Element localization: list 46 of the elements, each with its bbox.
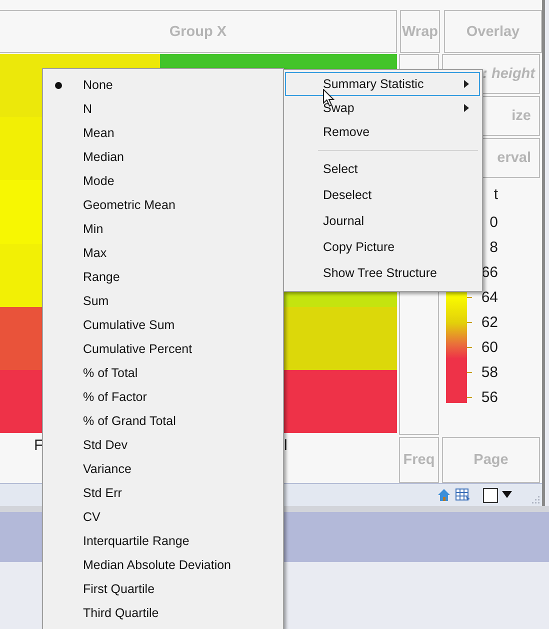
- menu-item[interactable]: Cumulative Percent: [43, 337, 283, 361]
- table-icon[interactable]: [455, 488, 471, 502]
- legend-label: 8: [488, 239, 498, 256]
- menu-item[interactable]: First Quartile: [43, 577, 283, 601]
- legend-label: 0: [488, 214, 498, 231]
- menu-item[interactable]: Cumulative Sum: [43, 313, 283, 337]
- legend-label: 58: [480, 364, 498, 381]
- menu-item[interactable]: Variance: [43, 457, 283, 481]
- legend-title: t: [492, 186, 498, 205]
- menu-item[interactable]: Geometric Mean: [43, 193, 283, 217]
- menu-item[interactable]: Std Err: [43, 481, 283, 505]
- menu-item[interactable]: % of Total: [43, 361, 283, 385]
- menu-item[interactable]: Interquartile Range: [43, 529, 283, 553]
- home-icon[interactable]: [437, 488, 451, 502]
- menu-item[interactable]: % of Factor: [43, 385, 283, 409]
- legend-label: 60: [480, 339, 498, 356]
- menu-item[interactable]: Copy Picture: [285, 235, 480, 259]
- legend-label: 56: [480, 389, 498, 406]
- menu-item[interactable]: Max: [43, 241, 283, 265]
- menu-item[interactable]: Sum: [43, 289, 283, 313]
- menu-item[interactable]: Summary Statistic: [285, 72, 480, 96]
- menu-item[interactable]: Range: [43, 265, 283, 289]
- menu-item[interactable]: Std Dev: [43, 433, 283, 457]
- axis-label: l: [284, 437, 288, 454]
- menu-item[interactable]: Show Tree Structure: [285, 261, 480, 285]
- menu-item[interactable]: CV: [43, 505, 283, 529]
- axis-label: F: [34, 437, 44, 454]
- menu-item[interactable]: Mean: [43, 121, 283, 145]
- radio-bullet-icon: [54, 82, 62, 88]
- menu-item[interactable]: Median: [43, 145, 283, 169]
- menu-item[interactable]: Third Quartile: [43, 601, 283, 625]
- color-swatch[interactable]: [483, 488, 498, 502]
- menu-item[interactable]: Min: [43, 217, 283, 241]
- legend-label: 64: [480, 289, 498, 306]
- submenu-arrow-icon: [464, 104, 469, 112]
- dropdown-arrow-icon[interactable]: [502, 491, 512, 499]
- menu-item[interactable]: Median Absolute Deviation: [43, 553, 283, 577]
- menu-item[interactable]: N: [43, 97, 283, 121]
- submenu-arrow-icon: [464, 80, 469, 88]
- menu-item[interactable]: Journal: [285, 209, 480, 233]
- menu-item[interactable]: Deselect: [285, 183, 480, 207]
- resize-grip-icon[interactable]: [530, 496, 540, 506]
- legend-label: 62: [480, 314, 498, 331]
- menu-item[interactable]: Mode: [43, 169, 283, 193]
- menu-item[interactable]: % of Grand Total: [43, 409, 283, 433]
- menu-item[interactable]: None: [43, 73, 283, 97]
